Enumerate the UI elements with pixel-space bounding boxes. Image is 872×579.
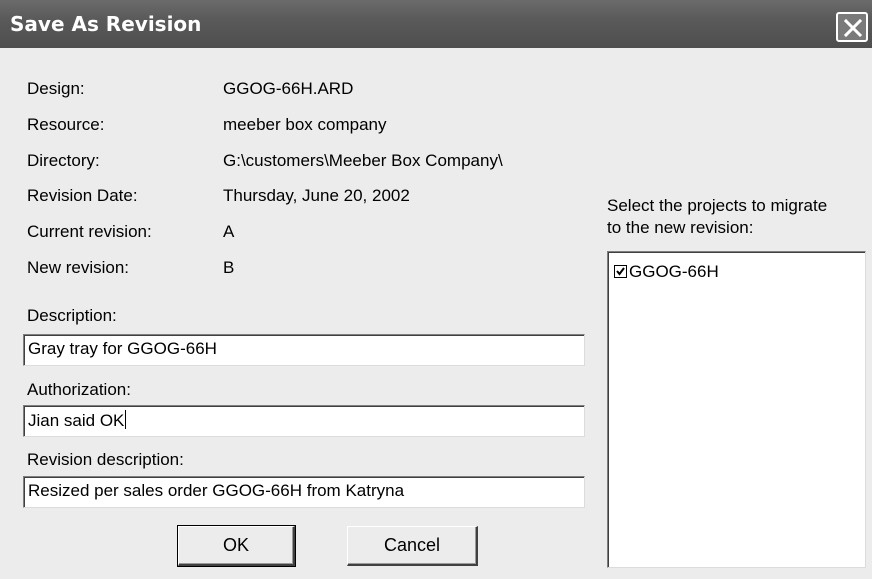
projects-prompt-line2: to the new revision:	[607, 218, 754, 237]
revision-description-text: Resized per sales order GGOG-66H from Ka…	[28, 481, 405, 500]
current-revision-label: Current revision:	[27, 222, 152, 241]
description-input[interactable]: Gray tray for GGOG-66H	[23, 334, 585, 366]
authorization-input[interactable]: Jian said OK	[23, 405, 585, 437]
directory-value: G:\customers\Meeber Box Company\	[223, 151, 503, 170]
title-bar[interactable]: Save As Revision	[0, 0, 872, 48]
new-revision-value: B	[223, 258, 235, 277]
project-item-label: GGOG-66H	[629, 262, 719, 281]
window-title: Save As Revision	[10, 12, 202, 36]
directory-label: Directory:	[27, 151, 100, 170]
resource-label: Resource:	[27, 115, 105, 134]
new-revision-label: New revision:	[27, 258, 130, 277]
projects-prompt-line1: Select the projects to migrate	[607, 196, 828, 215]
revision-date-label: Revision Date:	[27, 186, 138, 205]
design-value: GGOG-66H.ARD	[223, 79, 354, 98]
description-label: Description:	[27, 306, 117, 325]
revision-description-input[interactable]: Resized per sales order GGOG-66H from Ka…	[23, 476, 585, 508]
checkmark-icon	[616, 267, 625, 276]
project-item[interactable]: GGOG-66H	[614, 262, 719, 282]
authorization-text: Jian said OK	[28, 411, 125, 430]
description-text: Gray tray for GGOG-66H	[28, 339, 217, 358]
revision-description-label: Revision description:	[27, 450, 184, 469]
projects-listbox[interactable]: GGOG-66H	[607, 251, 866, 568]
cancel-button[interactable]: Cancel	[347, 526, 478, 566]
current-revision-value: A	[223, 222, 235, 241]
text-caret	[125, 410, 127, 429]
design-label: Design:	[27, 79, 85, 98]
ok-button[interactable]: OK	[177, 525, 296, 567]
project-checkbox[interactable]	[614, 265, 627, 278]
close-icon	[843, 18, 863, 38]
resource-value: meeber box company	[223, 115, 387, 134]
close-button[interactable]	[836, 12, 868, 42]
authorization-label: Authorization:	[27, 380, 131, 399]
revision-date-value: Thursday, June 20, 2002	[223, 186, 410, 205]
